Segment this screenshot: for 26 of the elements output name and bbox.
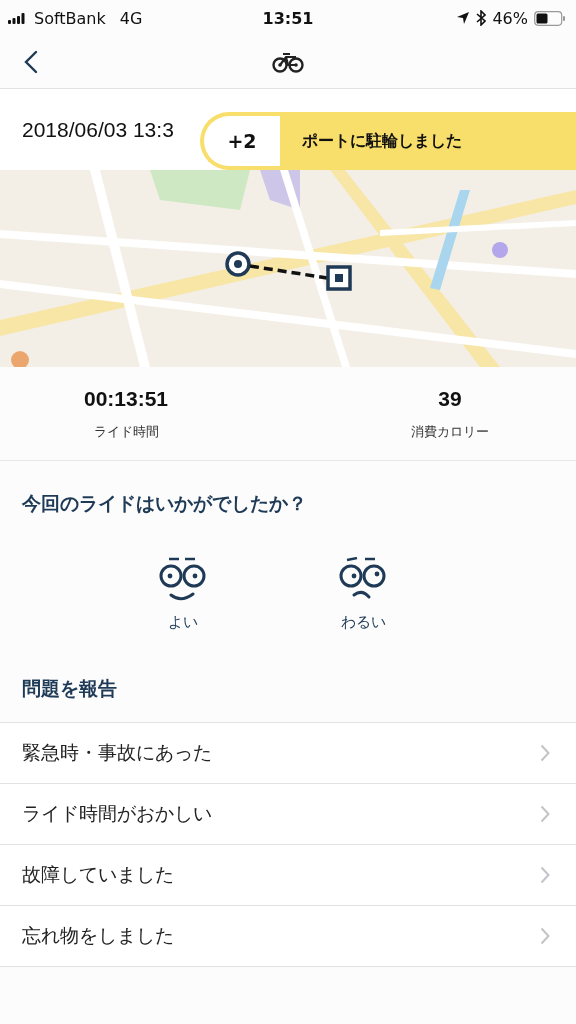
chevron-right-icon	[540, 866, 550, 884]
rating-option[interactable]: よい	[157, 557, 209, 632]
section-heading: 問題を報告	[21, 676, 118, 701]
carrier-name: SoftBank	[34, 8, 106, 28]
signal-icon	[8, 12, 28, 24]
rating-option[interactable]: わるい	[337, 557, 389, 632]
chevron-right-icon	[540, 744, 550, 762]
toast-message: ポートに駐輪しました	[302, 130, 462, 152]
network-type: 4G	[119, 8, 143, 28]
battery-icon	[534, 10, 566, 26]
status-time: 13:51	[261, 8, 315, 28]
question-heading: 今回のライドはいかがでしたか？	[22, 491, 308, 516]
chevron-right-icon	[540, 927, 550, 945]
stat-value: 00:13:51	[83, 387, 169, 411]
back-button[interactable]	[22, 48, 40, 76]
chevron-right-icon	[540, 805, 550, 823]
stat-label: ライド時間	[93, 423, 159, 441]
stat-value: 39	[438, 387, 462, 411]
location-arrow-icon	[456, 11, 471, 25]
back-chevron-icon	[24, 50, 38, 74]
points-badge: +2	[204, 116, 280, 166]
stat-label: 消費カロリー	[411, 423, 489, 441]
battery-percent: 46%	[492, 8, 528, 28]
ride-datetime: 2018/06/03 13:3	[22, 117, 174, 142]
bluetooth-icon	[476, 10, 487, 26]
bicycle-icon	[272, 51, 304, 73]
